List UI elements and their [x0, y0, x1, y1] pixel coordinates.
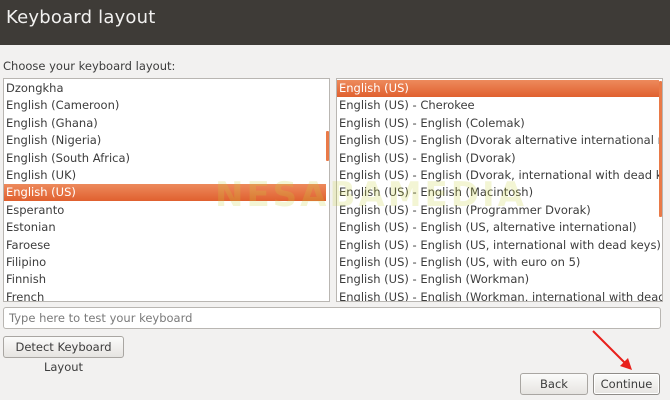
variant-list-item[interactable]: English (US) - English (Programmer Dvora… — [337, 202, 659, 219]
layout-list-item[interactable]: English (South Africa) — [4, 150, 326, 167]
detect-keyboard-layout-button[interactable]: Detect Keyboard Layout — [3, 336, 124, 374]
layout-list-item[interactable]: English (US) — [4, 184, 326, 202]
layout-list-item[interactable]: English (Ghana) — [4, 115, 326, 132]
variant-list-item[interactable]: English (US) - English (US, with euro on… — [337, 254, 659, 271]
layout-list-item[interactable]: Finnish — [4, 271, 326, 288]
layout-list-item[interactable]: Dzongkha — [4, 80, 326, 97]
layout-list-item[interactable]: English (Cameroon) — [4, 97, 326, 114]
title-bar: Keyboard layout — [0, 0, 670, 45]
layout-list-scroll-thumb[interactable] — [326, 131, 329, 161]
layout-list-item[interactable]: English (UK) — [4, 167, 326, 184]
variant-list-item[interactable]: English (US) - English (Colemak) — [337, 115, 659, 132]
keyboard-test-input[interactable] — [3, 307, 661, 329]
variant-list-item[interactable]: English (US) - English (Macintosh) — [337, 184, 659, 201]
variant-list-item[interactable]: English (US) - English (US, internationa… — [337, 237, 661, 254]
continue-button[interactable]: Continue — [593, 373, 660, 395]
layout-list-item[interactable]: Esperanto — [4, 202, 326, 219]
variant-list-item[interactable]: English (US) - Cherokee — [337, 97, 659, 114]
variant-list-item[interactable]: English (US) - English (Workman) — [337, 271, 659, 288]
layout-list-item[interactable]: Estonian — [4, 219, 326, 236]
layout-prompt-label: Choose your keyboard layout: — [3, 59, 176, 73]
keyboard-layout-list[interactable]: French Finnish Filipino Faroese Estonian Espe… — [3, 78, 330, 302]
keyboard-variant-list[interactable]: English (US) - English (Workman, interna… — [336, 78, 663, 302]
variant-list-scrollbar[interactable] — [658, 79, 662, 301]
layout-list-scrollbar[interactable] — [325, 79, 329, 301]
variant-list-item[interactable]: English (US) - English (Dvorak, internat… — [337, 167, 662, 184]
back-button[interactable]: Back — [520, 373, 588, 395]
variant-list-item[interactable]: English (US) - English (Dvorak alternati… — [337, 132, 662, 149]
layout-list-item[interactable]: English (Nigeria) — [4, 132, 326, 149]
layout-list-item[interactable]: French — [4, 289, 326, 301]
layout-list-item[interactable]: Faroese — [4, 237, 326, 254]
variant-list-item[interactable]: English (US) - English (Dvorak) — [337, 150, 659, 167]
variant-list-item[interactable]: English (US) — [337, 80, 659, 97]
variant-list-item[interactable]: English (US) - English (Workman, interna… — [337, 289, 662, 301]
layout-list-item[interactable]: Filipino — [4, 254, 326, 271]
variant-list-scroll-thumb[interactable] — [659, 81, 662, 217]
window-title: Keyboard layout — [6, 7, 156, 28]
variant-list-item[interactable]: English (US) - English (US, alternative … — [337, 219, 659, 236]
